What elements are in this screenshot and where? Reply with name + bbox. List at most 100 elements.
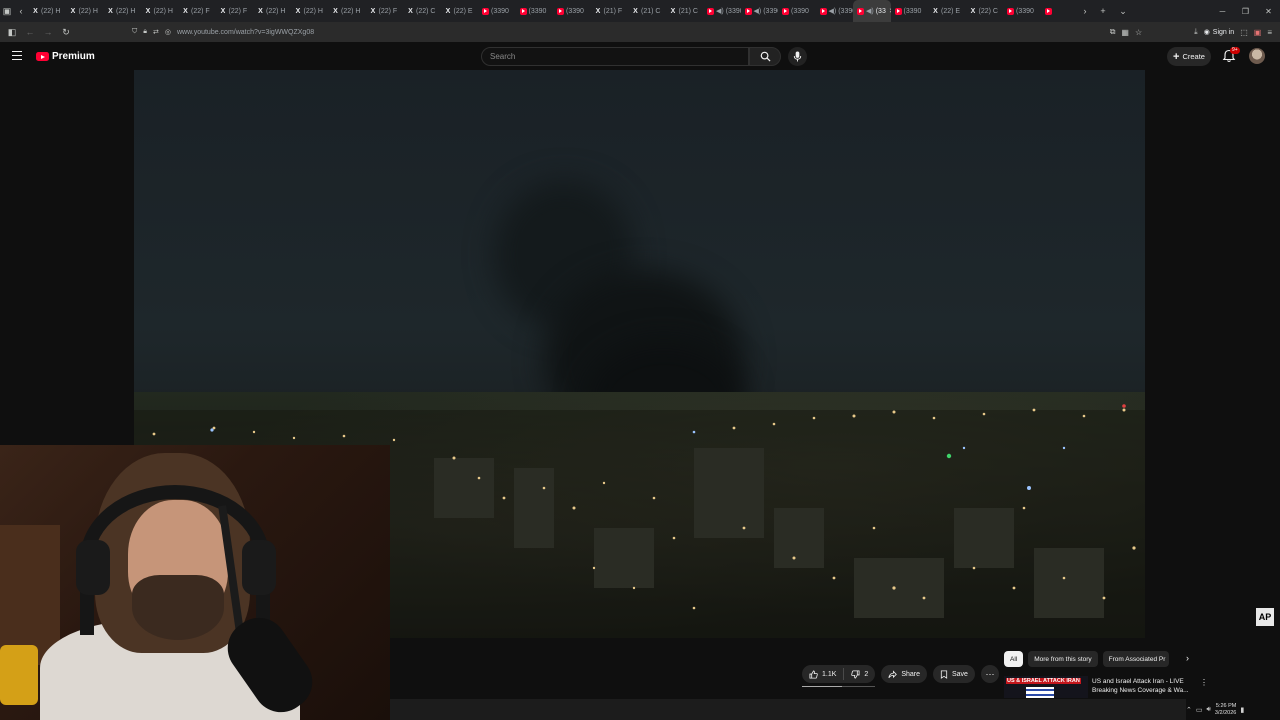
sign-in-label: Sign in: [1212, 28, 1235, 36]
browser-tab[interactable]: X (22) H: [141, 0, 179, 22]
lock-icon[interactable]: 🔒︎: [143, 28, 147, 36]
chip-more-from-story[interactable]: More from this story: [1028, 651, 1098, 667]
network-icon[interactable]: ▭: [1196, 706, 1203, 714]
youtube-icon: [782, 7, 789, 15]
browser-tab[interactable]: X (21) C: [628, 0, 666, 22]
tab-audio-icon[interactable]: ◀): [716, 7, 724, 15]
browser-tab[interactable]: ◀)(3390: [703, 0, 741, 22]
extension-badge-icon[interactable]: ▣: [1254, 28, 1262, 37]
browser-tab[interactable]: ◀)(33✕: [853, 0, 891, 22]
browser-tab[interactable]: ◀)(3390: [816, 0, 853, 22]
browser-tab-label: (22) C: [978, 7, 998, 15]
youtube-icon: [519, 7, 527, 15]
browser-tab-label: (3390: [763, 7, 778, 15]
browser-tab[interactable]: ◀)(3390: [741, 0, 778, 22]
sidebar-toggle-icon[interactable]: ◧: [3, 22, 21, 42]
taskbar: [390, 699, 1186, 720]
site-info-icon[interactable]: ◎: [165, 28, 171, 36]
tray-overflow-icon[interactable]: ⌃: [1186, 706, 1192, 714]
chip-all[interactable]: All: [1004, 651, 1024, 667]
browser-tab[interactable]: X (22) H: [103, 0, 141, 22]
browser-tab-label: (22) H: [41, 7, 61, 15]
recommended-thumbnail[interactable]: US & ISRAEL ATTACK IRAN: [1004, 676, 1088, 698]
tab-scroll-left-icon[interactable]: ‹: [14, 0, 28, 22]
restore-icon[interactable]: ❐: [1234, 0, 1257, 22]
browser-tab-label: (22) F: [378, 7, 398, 15]
chevron-right-icon[interactable]: ›: [1186, 653, 1189, 663]
browser-tab[interactable]: (3390: [516, 0, 554, 22]
extensions-icon[interactable]: ⬚: [1240, 28, 1248, 37]
plus-icon: +: [1173, 50, 1180, 63]
like-button[interactable]: 1.1K: [802, 669, 843, 679]
downloads-icon[interactable]: ⤓: [1194, 27, 1198, 37]
browser-tab[interactable]: (3390: [553, 0, 591, 22]
minimize-icon[interactable]: ─: [1211, 0, 1234, 22]
chip-from-associated-press[interactable]: From Associated Pr: [1102, 651, 1169, 667]
tab-audio-icon[interactable]: ◀): [754, 7, 762, 15]
x-icon: X: [595, 7, 601, 15]
browser-tab[interactable]: X (22) F: [178, 0, 216, 22]
pip-icon[interactable]: ⧉: [1110, 27, 1116, 37]
window-controls: ─ ❐ ✕: [1211, 0, 1280, 22]
headphone-cup-left: [76, 540, 110, 595]
tab-audio-icon[interactable]: ◀): [866, 7, 874, 15]
browser-tab[interactable]: X (22) H: [291, 0, 329, 22]
tab-search-icon[interactable]: ⌄: [1114, 0, 1132, 22]
shield-icon[interactable]: ⛉: [132, 28, 137, 36]
back-icon[interactable]: ←: [21, 22, 39, 42]
browser-tab-label: (3390: [838, 7, 853, 15]
youtube-icon: [857, 7, 864, 15]
more-actions-button[interactable]: ⋯: [980, 665, 999, 683]
sign-in-button[interactable]: ◉ Sign in: [1204, 28, 1235, 37]
avatar[interactable]: [1249, 48, 1265, 64]
recommended-video[interactable]: US & ISRAEL ATTACK IRAN US and Israel At…: [1004, 676, 1208, 698]
browser-tab[interactable]: X (22) C: [966, 0, 1004, 22]
browser-tab[interactable]: X (22) H: [28, 0, 66, 22]
browser-tab[interactable]: [1041, 0, 1079, 22]
browser-tab[interactable]: X (22) E: [928, 0, 966, 22]
save-button[interactable]: Save: [933, 665, 975, 683]
forward-icon[interactable]: →: [39, 22, 57, 42]
browser-tab[interactable]: X (22) H: [328, 0, 366, 22]
tab-actions-icon[interactable]: ▣: [0, 0, 14, 22]
tab-scroll-right-icon[interactable]: ›: [1078, 0, 1092, 22]
browser-tab[interactable]: X (22) F: [366, 0, 404, 22]
volume-icon[interactable]: 🔊︎: [1207, 706, 1211, 714]
more-vertical-icon[interactable]: ⋮: [1200, 678, 1208, 687]
search-input[interactable]: Search: [481, 47, 749, 66]
url-field[interactable]: ⛉ 🔒︎ ⇄ ◎ www.youtube.com/watch?v=3igWWQZ…: [132, 25, 1106, 39]
create-button[interactable]: + Create: [1167, 47, 1211, 66]
youtube-logo[interactable]: Premium: [36, 51, 95, 62]
screenshot-icon[interactable]: ▦: [1121, 28, 1129, 37]
url-text: www.youtube.com/watch?v=3igWWQZXg08: [176, 28, 315, 36]
bookmark-star-icon[interactable]: ☆: [1135, 28, 1142, 37]
browser-tab[interactable]: (3390: [1003, 0, 1041, 22]
reload-icon[interactable]: ↻: [57, 22, 75, 42]
browser-menu-icon[interactable]: ≡: [1267, 28, 1272, 37]
clock[interactable]: 5:26 PM 3/2/2026: [1215, 703, 1236, 717]
browser-tab[interactable]: (3390: [891, 0, 929, 22]
voice-search-button[interactable]: [788, 47, 807, 66]
recommended-title[interactable]: US and Israel Attack Iran - LIVE Breakin…: [1092, 677, 1204, 695]
dislike-button[interactable]: 2: [844, 669, 875, 679]
browser-tab-label: (22) H: [303, 7, 323, 15]
browser-tab[interactable]: X (21) F: [591, 0, 629, 22]
search-button[interactable]: [749, 47, 781, 66]
tab-audio-icon[interactable]: ◀): [829, 7, 837, 15]
share-button[interactable]: Share: [881, 665, 927, 683]
browser-tab[interactable]: X (22) H: [66, 0, 104, 22]
browser-tab[interactable]: X (22) E: [441, 0, 479, 22]
browser-tab[interactable]: (3390: [778, 0, 816, 22]
show-desktop-icon[interactable]: ▮: [1240, 706, 1244, 714]
close-window-icon[interactable]: ✕: [1257, 0, 1280, 22]
browser-tab[interactable]: X (22) F: [216, 0, 254, 22]
browser-tab[interactable]: X (21) C: [666, 0, 704, 22]
site-settings-icon[interactable]: ⇄: [153, 28, 159, 36]
save-label: Save: [952, 670, 968, 678]
browser-tab[interactable]: (3390: [478, 0, 516, 22]
browser-tab[interactable]: X (22) C: [403, 0, 441, 22]
menu-icon[interactable]: [12, 51, 22, 60]
new-tab-icon[interactable]: +: [1092, 0, 1114, 22]
browser-tab[interactable]: X (22) H: [253, 0, 291, 22]
like-count: 1.1K: [822, 670, 837, 678]
